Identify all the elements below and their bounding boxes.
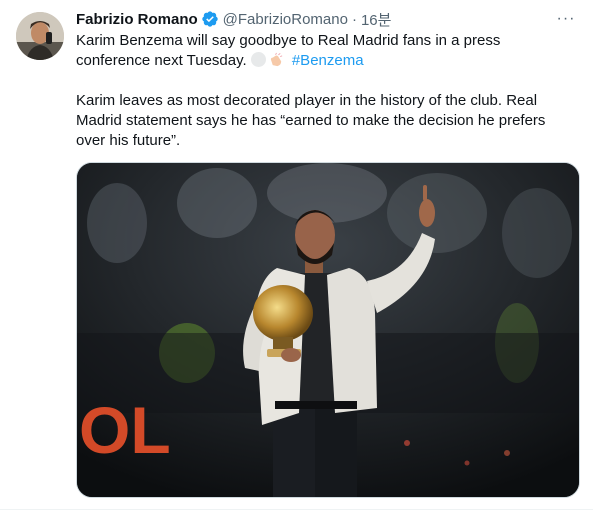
verified-badge-icon <box>201 10 219 28</box>
tweet-text-line1: Karim Benzema will say goodbye to Real M… <box>76 32 501 69</box>
tweet-card[interactable]: Fabrizio Romano @FabrizioRomano · 16분 ··… <box>0 0 593 510</box>
author-handle[interactable]: @FabrizioRomano <box>223 11 348 28</box>
avatar-photo-icon <box>16 12 64 60</box>
tweet-header: Fabrizio Romano @FabrizioRomano · 16분 <box>76 8 391 30</box>
more-options-icon[interactable]: ··· <box>553 8 579 30</box>
stadium-board-text: OL <box>79 393 171 467</box>
author-avatar[interactable] <box>16 12 64 60</box>
separator-dot: · <box>351 10 357 28</box>
white-circle-emoji-icon <box>250 52 266 67</box>
author-name[interactable]: Fabrizio Romano <box>76 11 198 28</box>
tweet-timestamp[interactable]: 16분 <box>361 9 392 30</box>
tweet-photo[interactable]: OL <box>76 162 580 498</box>
photo-scene: OL <box>77 163 579 497</box>
clapping-hands-emoji-icon <box>269 52 284 67</box>
tweet-text-paragraph-1: Karim Benzema will say goodbye to Real M… <box>76 31 576 71</box>
tweet-text-paragraph-2: Karim leaves as most decorated player in… <box>76 92 546 149</box>
hashtag-link[interactable]: #Benzema <box>292 52 364 69</box>
